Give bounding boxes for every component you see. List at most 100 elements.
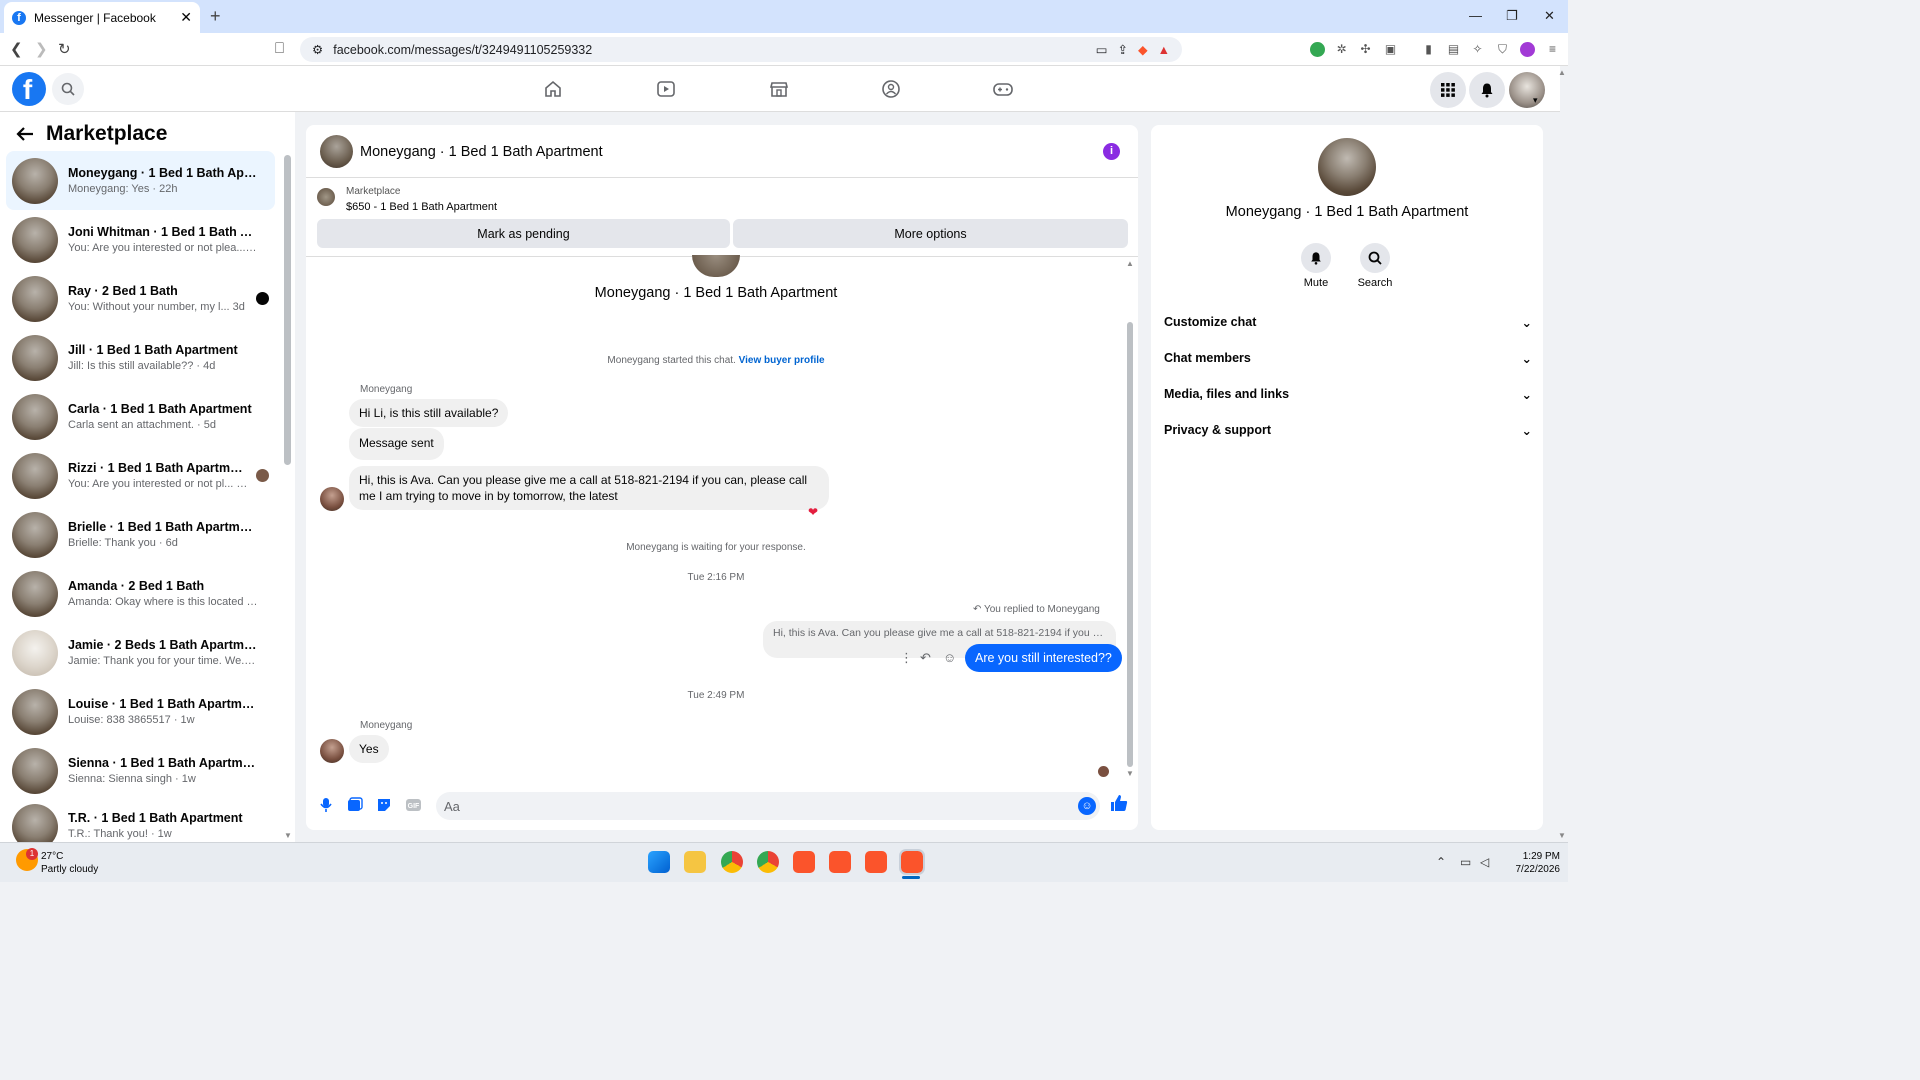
search-icon[interactable] bbox=[52, 73, 84, 105]
chat-scrollbar[interactable] bbox=[1127, 322, 1133, 767]
cast-icon[interactable]: ▭ bbox=[1096, 42, 1108, 57]
message-bubble[interactable]: Message sent bbox=[349, 428, 444, 460]
notifications-icon[interactable] bbox=[1469, 72, 1505, 108]
wallet-icon[interactable]: ▤ bbox=[1446, 42, 1461, 57]
mark-pending-button[interactable]: Mark as pending bbox=[317, 219, 730, 248]
more-options-button[interactable]: More options bbox=[733, 219, 1128, 248]
info-icon[interactable]: i bbox=[1103, 143, 1120, 160]
clock-date[interactable]: 7/22/2026 bbox=[1510, 864, 1561, 875]
chrome-icon[interactable] bbox=[721, 851, 743, 873]
message-bubble[interactable]: Hi, this is Ava. Can you please give me … bbox=[349, 466, 829, 510]
conversation-item[interactable]: Carla · 1 Bed 1 Bath Apartment Carla sent… bbox=[6, 387, 275, 446]
brave-icon[interactable] bbox=[865, 851, 887, 873]
conversation-item[interactable]: Moneygang · 1 Bed 1 Bath Apart... Moneyga… bbox=[6, 151, 275, 210]
clock-time[interactable]: 1:29 PM bbox=[1510, 851, 1560, 862]
emoji-icon[interactable]: ☺ bbox=[1078, 797, 1096, 815]
gaming-icon[interactable] bbox=[991, 78, 1015, 100]
file-explorer-icon[interactable] bbox=[684, 851, 706, 873]
chat-members-row[interactable]: Chat members ⌄ bbox=[1164, 351, 1532, 366]
outgoing-message-bubble[interactable]: Are you still interested?? bbox=[965, 644, 1122, 672]
conversation-item[interactable]: Ray · 2 Bed 1 Bath You: Without your numb… bbox=[6, 269, 275, 328]
conversation-item[interactable]: Joni Whitman · 1 Bed 1 Bath Apa... You: A… bbox=[6, 210, 275, 269]
conversation-item[interactable]: Sienna · 1 Bed 1 Bath Apartment Sienna: S… bbox=[6, 741, 275, 800]
message-bubble[interactable]: Hi Li, is this still available? bbox=[349, 399, 509, 427]
chrome-profile-icon[interactable] bbox=[757, 851, 779, 873]
scroll-down-icon[interactable]: ▼ bbox=[1126, 769, 1134, 778]
conversation-item[interactable]: Rizzi · 1 Bed 1 Bath Apartment You: Are y… bbox=[6, 446, 275, 505]
window-close-icon[interactable]: ✕ bbox=[1544, 8, 1555, 24]
new-tab-icon[interactable]: + bbox=[210, 6, 221, 27]
sticker-icon[interactable] bbox=[376, 797, 392, 816]
apps-menu-icon[interactable] bbox=[1430, 72, 1466, 108]
tray-chevron-up-icon[interactable]: ⌃ bbox=[1436, 855, 1446, 869]
video-icon[interactable] bbox=[654, 78, 678, 100]
sidebar-icon[interactable]: ▮ bbox=[1421, 42, 1436, 57]
leo-ai-icon[interactable]: ✧ bbox=[1470, 42, 1485, 57]
conversation-item[interactable]: Amanda · 2 Bed 1 Bath Amanda: Okay where … bbox=[6, 564, 275, 623]
scroll-down-icon[interactable]: ▼ bbox=[284, 831, 292, 840]
forward-icon[interactable]: ❯ bbox=[35, 40, 48, 58]
bookmark-icon[interactable]: ⎕ bbox=[275, 40, 284, 57]
extensions-icon[interactable]: ✣ bbox=[1358, 42, 1373, 57]
page-scroll-up-icon[interactable]: ▲ bbox=[1558, 68, 1566, 77]
customize-chat-row[interactable]: Customize chat ⌄ bbox=[1164, 315, 1532, 330]
account-avatar[interactable] bbox=[1509, 72, 1545, 108]
thumbs-up-icon[interactable] bbox=[1110, 794, 1128, 817]
photo-icon[interactable] bbox=[347, 797, 363, 816]
scroll-up-icon[interactable]: ▲ bbox=[1126, 259, 1134, 268]
url-field[interactable]: ⚙ facebook.com/messages/t/32494911052593… bbox=[300, 37, 1182, 62]
account-chevron-down-icon[interactable]: ▾ bbox=[1533, 95, 1538, 106]
media-files-links-row[interactable]: Media, files and links ⌄ bbox=[1164, 387, 1532, 402]
reload-icon[interactable]: ↻ bbox=[58, 40, 71, 58]
mute-bell-icon[interactable] bbox=[1301, 243, 1331, 273]
brave-shield-icon[interactable]: ◆ bbox=[1138, 42, 1148, 57]
home-icon[interactable] bbox=[541, 78, 565, 100]
page-scroll-down-icon[interactable]: ▼ bbox=[1558, 831, 1566, 840]
search-conversation-icon[interactable] bbox=[1360, 243, 1390, 273]
brave-active-icon[interactable] bbox=[899, 849, 925, 875]
extension-tab-icon[interactable]: ▣ bbox=[1383, 42, 1398, 57]
profile-icon[interactable] bbox=[1520, 42, 1535, 57]
back-arrow-icon[interactable] bbox=[16, 125, 34, 148]
brave-rewards-icon[interactable]: ▲ bbox=[1158, 43, 1170, 57]
extension-green-icon[interactable] bbox=[1310, 42, 1325, 57]
back-icon[interactable]: ❮ bbox=[10, 40, 23, 58]
conversation-item[interactable]: Jill · 1 Bed 1 Bath Apartment Jill: Is th… bbox=[6, 328, 275, 387]
site-info-icon[interactable]: ⚙ bbox=[312, 42, 323, 57]
view-buyer-profile-link[interactable]: View buyer profile bbox=[739, 355, 825, 366]
share-icon[interactable]: ⇪ bbox=[1118, 42, 1128, 57]
conversation-item[interactable]: T.R. · 1 Bed 1 Bath Apartment T.R.: Thank… bbox=[6, 800, 275, 842]
chat-header-avatar[interactable] bbox=[320, 135, 353, 168]
react-icon[interactable]: ☺ bbox=[943, 650, 956, 665]
brave-icon[interactable] bbox=[793, 851, 815, 873]
extension-puzzle-icon[interactable]: ✲ bbox=[1334, 42, 1349, 57]
network-icon[interactable]: ▭ bbox=[1460, 855, 1471, 869]
facebook-logo-icon[interactable]: f bbox=[12, 72, 46, 106]
heart-reaction-icon[interactable]: ❤ bbox=[808, 505, 818, 519]
tab-close-icon[interactable]: ✕ bbox=[180, 9, 192, 26]
message-bubble[interactable]: Yes bbox=[349, 735, 389, 763]
volume-icon[interactable]: ◁ bbox=[1480, 855, 1489, 869]
marketplace-icon[interactable] bbox=[767, 78, 791, 100]
listing-title[interactable]: $650 - 1 Bed 1 Bath Apartment bbox=[346, 201, 497, 213]
brave-icon[interactable] bbox=[829, 851, 851, 873]
message-input[interactable]: Aa bbox=[436, 792, 1100, 820]
conversation-item[interactable]: Louise · 1 Bed 1 Bath Apartment Louise: 8… bbox=[6, 682, 275, 741]
menu-icon[interactable]: ≡ bbox=[1545, 42, 1560, 57]
reply-icon[interactable]: ↶ bbox=[920, 650, 931, 666]
vpn-icon[interactable]: ⛉ bbox=[1495, 42, 1510, 57]
browser-tab[interactable]: f Messenger | Facebook ✕ bbox=[4, 2, 200, 33]
listing-thumbnail[interactable] bbox=[317, 188, 335, 206]
minimize-icon[interactable]: — bbox=[1469, 8, 1482, 23]
microphone-icon[interactable] bbox=[320, 797, 332, 816]
conversation-item[interactable]: Brielle · 1 Bed 1 Bath Apartment Brielle:… bbox=[6, 505, 275, 564]
gif-icon[interactable]: GIF bbox=[405, 797, 422, 816]
chat-title[interactable]: Moneygang · 1 Bed 1 Bath Apartment bbox=[360, 144, 603, 160]
conversation-item[interactable]: Jamie · 2 Beds 1 Bath Apartment Jamie: Th… bbox=[6, 623, 275, 682]
conversation-scrollbar[interactable] bbox=[284, 155, 291, 465]
groups-icon[interactable] bbox=[879, 78, 903, 100]
start-icon[interactable] bbox=[648, 851, 670, 873]
more-actions-icon[interactable]: ⋮ bbox=[900, 650, 913, 666]
privacy-support-row[interactable]: Privacy & support ⌄ bbox=[1164, 423, 1532, 438]
restore-icon[interactable]: ❐ bbox=[1506, 8, 1518, 24]
